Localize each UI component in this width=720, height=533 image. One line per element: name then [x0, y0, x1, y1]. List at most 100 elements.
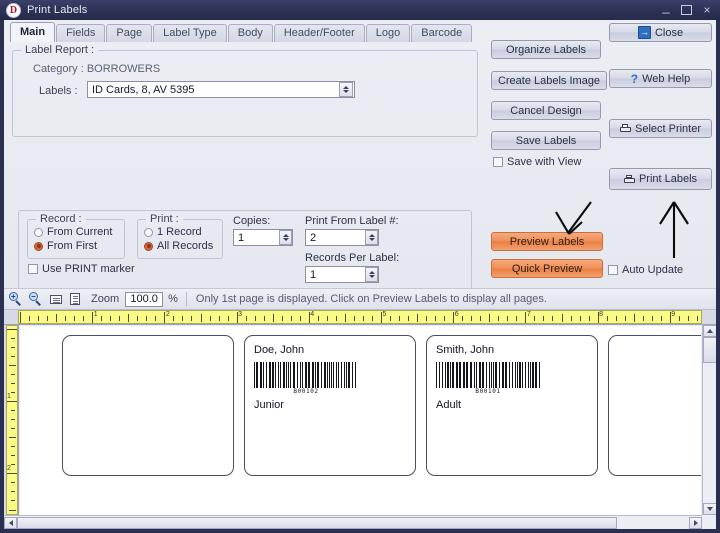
barcode-bar: [479, 362, 481, 388]
labels-combobox[interactable]: ID Cards, 8, AV 5395: [87, 81, 355, 98]
radio-from-current[interactable]: From Current: [34, 226, 112, 238]
ruler-tick: [606, 316, 608, 321]
whole-page-icon[interactable]: [67, 291, 84, 308]
ruler-tick: [9, 365, 16, 367]
tab-fields[interactable]: Fields: [56, 24, 106, 42]
ruler-tick: [362, 316, 364, 321]
ruler-tick: [633, 314, 635, 322]
spinner-down-icon: [343, 90, 349, 93]
records-per-label-spinner[interactable]: [365, 267, 378, 282]
label-report-legend: Label Report :: [21, 44, 99, 56]
close-arrow-icon: →: [637, 26, 651, 39]
scroll-up-button[interactable]: [703, 325, 716, 337]
print-from-label-input[interactable]: 2: [305, 229, 379, 246]
ruler-tick: [687, 316, 689, 321]
maximize-icon[interactable]: [681, 5, 692, 15]
tab-body[interactable]: Body: [227, 24, 273, 42]
ruler-tick: [119, 316, 121, 321]
tab-page[interactable]: Page: [106, 24, 153, 42]
ruler-tick: [335, 316, 337, 321]
printer-icon: [619, 124, 631, 133]
scroll-right-button[interactable]: [689, 516, 702, 529]
radio-all-records[interactable]: All Records: [144, 240, 213, 252]
tab-main[interactable]: Main: [10, 22, 56, 42]
printer-icon: [623, 174, 635, 184]
zoom-out-icon[interactable]: −: [27, 291, 44, 308]
barcode-bar: [486, 362, 487, 388]
fit-page-icon[interactable]: [47, 291, 64, 308]
quick-preview-button[interactable]: Quick Preview: [491, 259, 603, 278]
horizontal-scroll-thumb[interactable]: [17, 516, 617, 529]
tab-logo[interactable]: Logo: [365, 24, 411, 42]
scroll-down-button[interactable]: [703, 503, 716, 515]
barcode-number: B00102: [293, 388, 319, 395]
ruler-number: 2: [165, 311, 170, 318]
auto-update-box: [608, 265, 618, 275]
horizontal-scrollbar[interactable]: [4, 515, 702, 529]
create-labels-image-button[interactable]: Create Labels Image: [491, 71, 607, 90]
copies-input[interactable]: 1: [233, 229, 293, 246]
ruler-tick: [11, 464, 15, 466]
records-per-label-input[interactable]: 1: [305, 266, 379, 283]
select-printer-button[interactable]: Select Printer: [609, 119, 712, 138]
tab-label-type[interactable]: Label Type: [153, 24, 227, 42]
ruler-tick: [137, 316, 139, 321]
cancel-design-button[interactable]: Cancel Design: [491, 101, 601, 120]
barcode-bar: [324, 362, 326, 388]
ruler-tick: [11, 482, 15, 484]
barcode-bar: [338, 362, 339, 388]
window-controls: _ ×: [660, 0, 720, 16]
barcode-bar: [355, 362, 356, 388]
radio-one-record[interactable]: 1 Record: [144, 226, 202, 238]
barcode-bar: [275, 362, 276, 388]
barcode-bar: [308, 362, 310, 388]
save-with-view-checkbox[interactable]: Save with View: [493, 156, 581, 168]
ruler-tick: [561, 314, 563, 322]
organize-labels-button[interactable]: Organize Labels: [491, 40, 601, 59]
vertical-scrollbar[interactable]: [702, 325, 716, 515]
close-button[interactable]: → Close: [609, 23, 712, 42]
tab-header-footer[interactable]: Header/Footer: [273, 24, 365, 42]
use-print-marker-checkbox[interactable]: Use PRINT marker: [28, 263, 135, 275]
close-icon[interactable]: ×: [701, 4, 713, 16]
tab-barcode[interactable]: Barcode: [411, 24, 473, 42]
barcode-bar: [515, 362, 516, 388]
print-labels-button[interactable]: Print Labels: [609, 168, 712, 190]
barcode-image: [436, 362, 540, 388]
web-help-button[interactable]: ? Web Help: [609, 69, 712, 88]
ruler-tick: [263, 316, 265, 321]
barcode-bar: [293, 362, 295, 388]
horizontal-ruler: 1 2 3 4 5 6 7 8 9: [4, 310, 716, 325]
ruler-tick: [7, 401, 17, 403]
ruler-tick: [218, 316, 220, 321]
label-card[interactable]: [608, 335, 701, 476]
ruler-tick: [20, 312, 21, 323]
barcode-bar: [519, 362, 521, 388]
label-card[interactable]: Smith, John B00101 Adult: [426, 335, 598, 476]
barcode-bar: [525, 362, 526, 388]
print-from-label-spinner[interactable]: [365, 230, 378, 245]
label-card[interactable]: Doe, John B00102 Junior: [244, 335, 416, 476]
scroll-left-button[interactable]: [4, 516, 17, 529]
label-canvas[interactable]: Doe, John B00102 Junior Smith, John B001…: [20, 326, 701, 515]
auto-update-checkbox[interactable]: Auto Update: [608, 264, 683, 276]
ruler-tick: [660, 316, 662, 321]
zoom-input[interactable]: 100.0: [125, 291, 164, 307]
save-labels-button[interactable]: Save Labels: [491, 131, 601, 150]
records-per-label-value: 1: [310, 268, 317, 281]
radio-from-first[interactable]: From First: [34, 240, 97, 252]
tab-bar: Main Fields Page Label Type Body Header/…: [10, 22, 473, 42]
ruler-tick: [101, 316, 103, 321]
radio-from-first-indicator: [34, 241, 43, 251]
preview-labels-button[interactable]: Preview Labels: [491, 232, 603, 251]
use-print-marker-box: [28, 264, 38, 274]
vertical-scroll-thumb[interactable]: [703, 337, 716, 363]
barcode-bar: [346, 362, 347, 388]
print-from-label-label: Print From Label #:: [305, 215, 399, 227]
zoom-in-icon[interactable]: +: [7, 291, 24, 308]
minimize-icon[interactable]: _: [660, 0, 672, 13]
label-card[interactable]: [62, 335, 234, 476]
ruler-tick: [371, 316, 373, 321]
labels-combobox-spinner[interactable]: [339, 82, 353, 97]
copies-spinner[interactable]: [279, 230, 292, 245]
